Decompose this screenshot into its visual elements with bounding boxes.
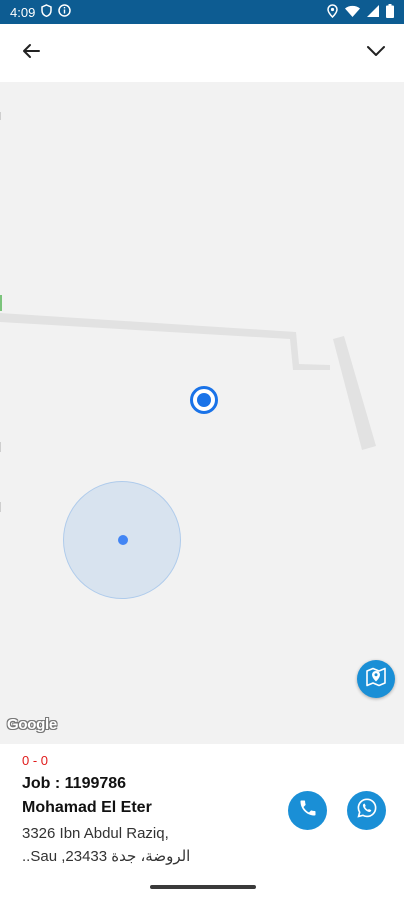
address-line-2: الروضة، جدة 23433, Sau..: [22, 848, 191, 865]
job-title: Job : 1199786: [22, 775, 127, 792]
app-bar: [0, 24, 404, 82]
current-location-marker: [190, 386, 218, 414]
phone-icon: [298, 798, 318, 823]
google-attribution[interactable]: Google: [7, 716, 57, 733]
wifi-icon: [345, 5, 360, 20]
whatsapp-icon: [356, 797, 378, 824]
open-maps-button[interactable]: [357, 660, 395, 698]
arrow-back-icon: [22, 42, 40, 65]
collapse-button[interactable]: [360, 37, 392, 69]
address-line-1: 3326 Ibn Abdul Raziq,: [22, 825, 169, 842]
current-location-dot: [197, 393, 211, 407]
chevron-down-icon: [366, 44, 386, 62]
home-indicator[interactable]: [150, 885, 256, 889]
map-marker-icon: [365, 666, 387, 693]
battery-icon: [386, 3, 394, 21]
job-info-panel: 0 - 0 Job : 1199786 Mohamad El Eter 3326…: [0, 744, 404, 879]
info-icon: [58, 4, 72, 20]
location-icon: [327, 3, 338, 21]
accuracy-circle: [63, 481, 181, 599]
shield-icon: [41, 4, 53, 20]
status-bar: 4:09: [0, 0, 404, 24]
job-counter: 0 - 0: [22, 753, 49, 768]
back-button[interactable]: [15, 37, 47, 69]
signal-icon: [367, 4, 379, 20]
customer-name: Mohamad El Eter: [22, 799, 152, 816]
whatsapp-button[interactable]: [347, 791, 386, 830]
status-time: 4:09: [10, 4, 36, 20]
location-point: [118, 535, 128, 545]
call-button[interactable]: [288, 791, 327, 830]
map-view[interactable]: Google: [0, 82, 404, 744]
